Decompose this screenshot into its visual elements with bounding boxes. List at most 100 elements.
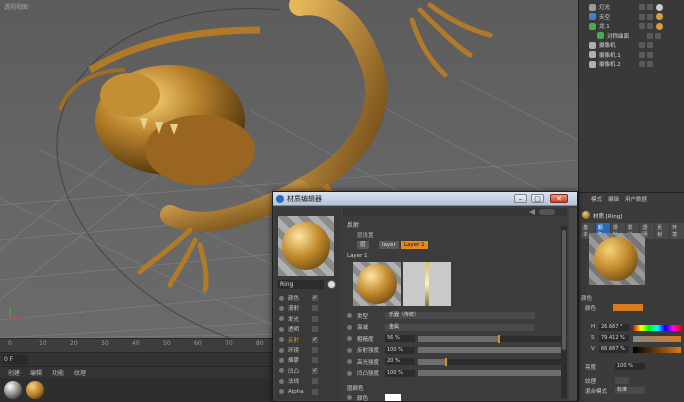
- animate-dot[interactable]: [347, 395, 352, 400]
- attribute-menu-item[interactable]: 编辑: [608, 195, 619, 205]
- hsv-value-field[interactable]: 26.667 °: [599, 324, 629, 331]
- animate-dot[interactable]: [347, 336, 352, 341]
- material-preview[interactable]: [278, 216, 334, 276]
- channel-item[interactable]: Alpha: [279, 388, 339, 396]
- visibility-toggle[interactable]: [639, 23, 645, 29]
- material-menu-item[interactable]: 创建: [8, 368, 20, 377]
- render-toggle[interactable]: [647, 13, 653, 20]
- object-row[interactable]: 对称曲面: [579, 31, 684, 41]
- property-dropdown[interactable]: 金属: [385, 323, 535, 331]
- material-name-field[interactable]: Ring: [278, 280, 324, 289]
- hsv-value-field[interactable]: 79.412 %: [599, 335, 629, 342]
- channel-checkbox[interactable]: [312, 347, 318, 353]
- animate-dot[interactable]: [347, 313, 352, 318]
- color-swatch[interactable]: [613, 304, 643, 311]
- channel-item[interactable]: 环境: [279, 346, 339, 354]
- render-toggle[interactable]: [647, 23, 653, 29]
- property-value-field[interactable]: 100 %: [385, 346, 415, 354]
- layer-button[interactable]: 层: [357, 241, 369, 249]
- material-editor-titlebar[interactable]: 材质编辑器 – □ ✕: [273, 192, 577, 206]
- visibility-toggle[interactable]: [647, 32, 653, 39]
- property-slider[interactable]: [418, 346, 564, 354]
- channel-checkbox[interactable]: [312, 378, 318, 385]
- visibility-toggle[interactable]: [639, 51, 645, 58]
- object-row[interactable]: 摄像机.1: [579, 50, 684, 60]
- slider-handle[interactable]: [445, 357, 448, 366]
- channel-checkbox[interactable]: [312, 315, 318, 322]
- material-menu-item[interactable]: 编辑: [30, 368, 42, 377]
- channel-item[interactable]: 漫射: [279, 304, 339, 312]
- hsv-value-field[interactable]: 66.667 %: [599, 346, 629, 353]
- channel-checkbox[interactable]: ✓: [312, 336, 318, 343]
- channel-item[interactable]: 烟雾: [279, 356, 339, 364]
- channel-checkbox[interactable]: [312, 357, 318, 364]
- visibility-toggle[interactable]: [639, 4, 645, 10]
- slider-handle[interactable]: [497, 334, 500, 343]
- channel-checkbox[interactable]: [312, 305, 318, 312]
- visibility-toggle[interactable]: [639, 42, 645, 48]
- attribute-menu-item[interactable]: 模式: [591, 195, 602, 205]
- channel-item[interactable]: 凹凸 ✓: [279, 367, 339, 375]
- render-toggle[interactable]: [647, 51, 653, 58]
- object-row[interactable]: 摄像机: [579, 40, 684, 50]
- layer-button[interactable]: Layer 1: [401, 241, 428, 249]
- maximize-button[interactable]: □: [531, 194, 544, 203]
- nav-slider[interactable]: [539, 209, 555, 215]
- close-button[interactable]: ✕: [550, 194, 568, 203]
- object-tag-icon[interactable]: [656, 3, 663, 11]
- property-value-field[interactable]: 100 %: [385, 369, 415, 377]
- channel-item[interactable]: 法线: [279, 377, 339, 385]
- channel-checkbox[interactable]: ✓: [312, 367, 318, 374]
- render-toggle[interactable]: [647, 4, 653, 10]
- editor-vertical-scrollbar[interactable]: [569, 208, 577, 400]
- object-row[interactable]: 灯光: [579, 2, 684, 12]
- brightness-field[interactable]: 100 %: [615, 363, 645, 370]
- object-row[interactable]: 龙.1: [579, 21, 684, 31]
- scroll-thumb[interactable]: [562, 230, 566, 350]
- animate-dot[interactable]: [347, 359, 352, 364]
- visibility-toggle[interactable]: [639, 13, 645, 20]
- minimize-button[interactable]: –: [514, 194, 527, 203]
- attribute-menu-item[interactable]: 用户数据: [625, 195, 647, 205]
- render-toggle[interactable]: [647, 61, 653, 67]
- layer-color-swatch[interactable]: [385, 394, 401, 401]
- object-row[interactable]: 摄像机.2: [579, 59, 684, 69]
- layer-button[interactable]: layer: [379, 241, 399, 249]
- property-value-field[interactable]: 56 %: [385, 335, 415, 342]
- mix-mode-dropdown[interactable]: 标准: [615, 387, 645, 394]
- render-toggle[interactable]: [647, 42, 653, 48]
- channel-item[interactable]: 反射 ✓: [279, 336, 339, 344]
- material-menu-item[interactable]: 纹理: [74, 368, 86, 377]
- animate-dot[interactable]: [347, 324, 352, 330]
- channel-checkbox[interactable]: ✓: [312, 295, 318, 301]
- material-thumb-ring[interactable]: [26, 381, 44, 399]
- properties-scrollbar[interactable]: [561, 226, 567, 398]
- texture-button[interactable]: [615, 377, 629, 384]
- hsv-slider[interactable]: [633, 325, 681, 331]
- attribute-tab[interactable]: 环境: [670, 223, 684, 239]
- channel-checkbox[interactable]: [312, 326, 318, 333]
- material-options-button[interactable]: [327, 280, 336, 289]
- property-slider[interactable]: [418, 357, 564, 366]
- object-tag-icon[interactable]: [656, 13, 663, 20]
- animate-dot[interactable]: [347, 370, 352, 376]
- material-thumb-chrome[interactable]: [4, 381, 22, 399]
- channel-item[interactable]: 颜色 ✓: [279, 294, 339, 302]
- object-tag-icon[interactable]: [656, 22, 663, 30]
- material-menu-item[interactable]: 功能: [52, 368, 64, 377]
- property-dropdown[interactable]: 乐器（传统）: [385, 312, 535, 319]
- attribute-tab[interactable]: 反射: [655, 223, 670, 239]
- object-row[interactable]: 天空: [579, 12, 684, 22]
- property-value-field[interactable]: 20 %: [385, 358, 415, 365]
- property-slider[interactable]: [418, 334, 564, 343]
- hsv-slider[interactable]: [633, 347, 681, 353]
- channel-checkbox[interactable]: [312, 388, 318, 395]
- frame-field[interactable]: 0 F: [2, 355, 28, 365]
- hsv-slider[interactable]: [633, 336, 681, 342]
- render-toggle[interactable]: [655, 32, 661, 39]
- property-slider[interactable]: [418, 369, 564, 377]
- animate-dot[interactable]: [347, 347, 352, 353]
- visibility-toggle[interactable]: [639, 61, 645, 67]
- channel-item[interactable]: 透明: [279, 325, 339, 333]
- channel-item[interactable]: 发光: [279, 315, 339, 323]
